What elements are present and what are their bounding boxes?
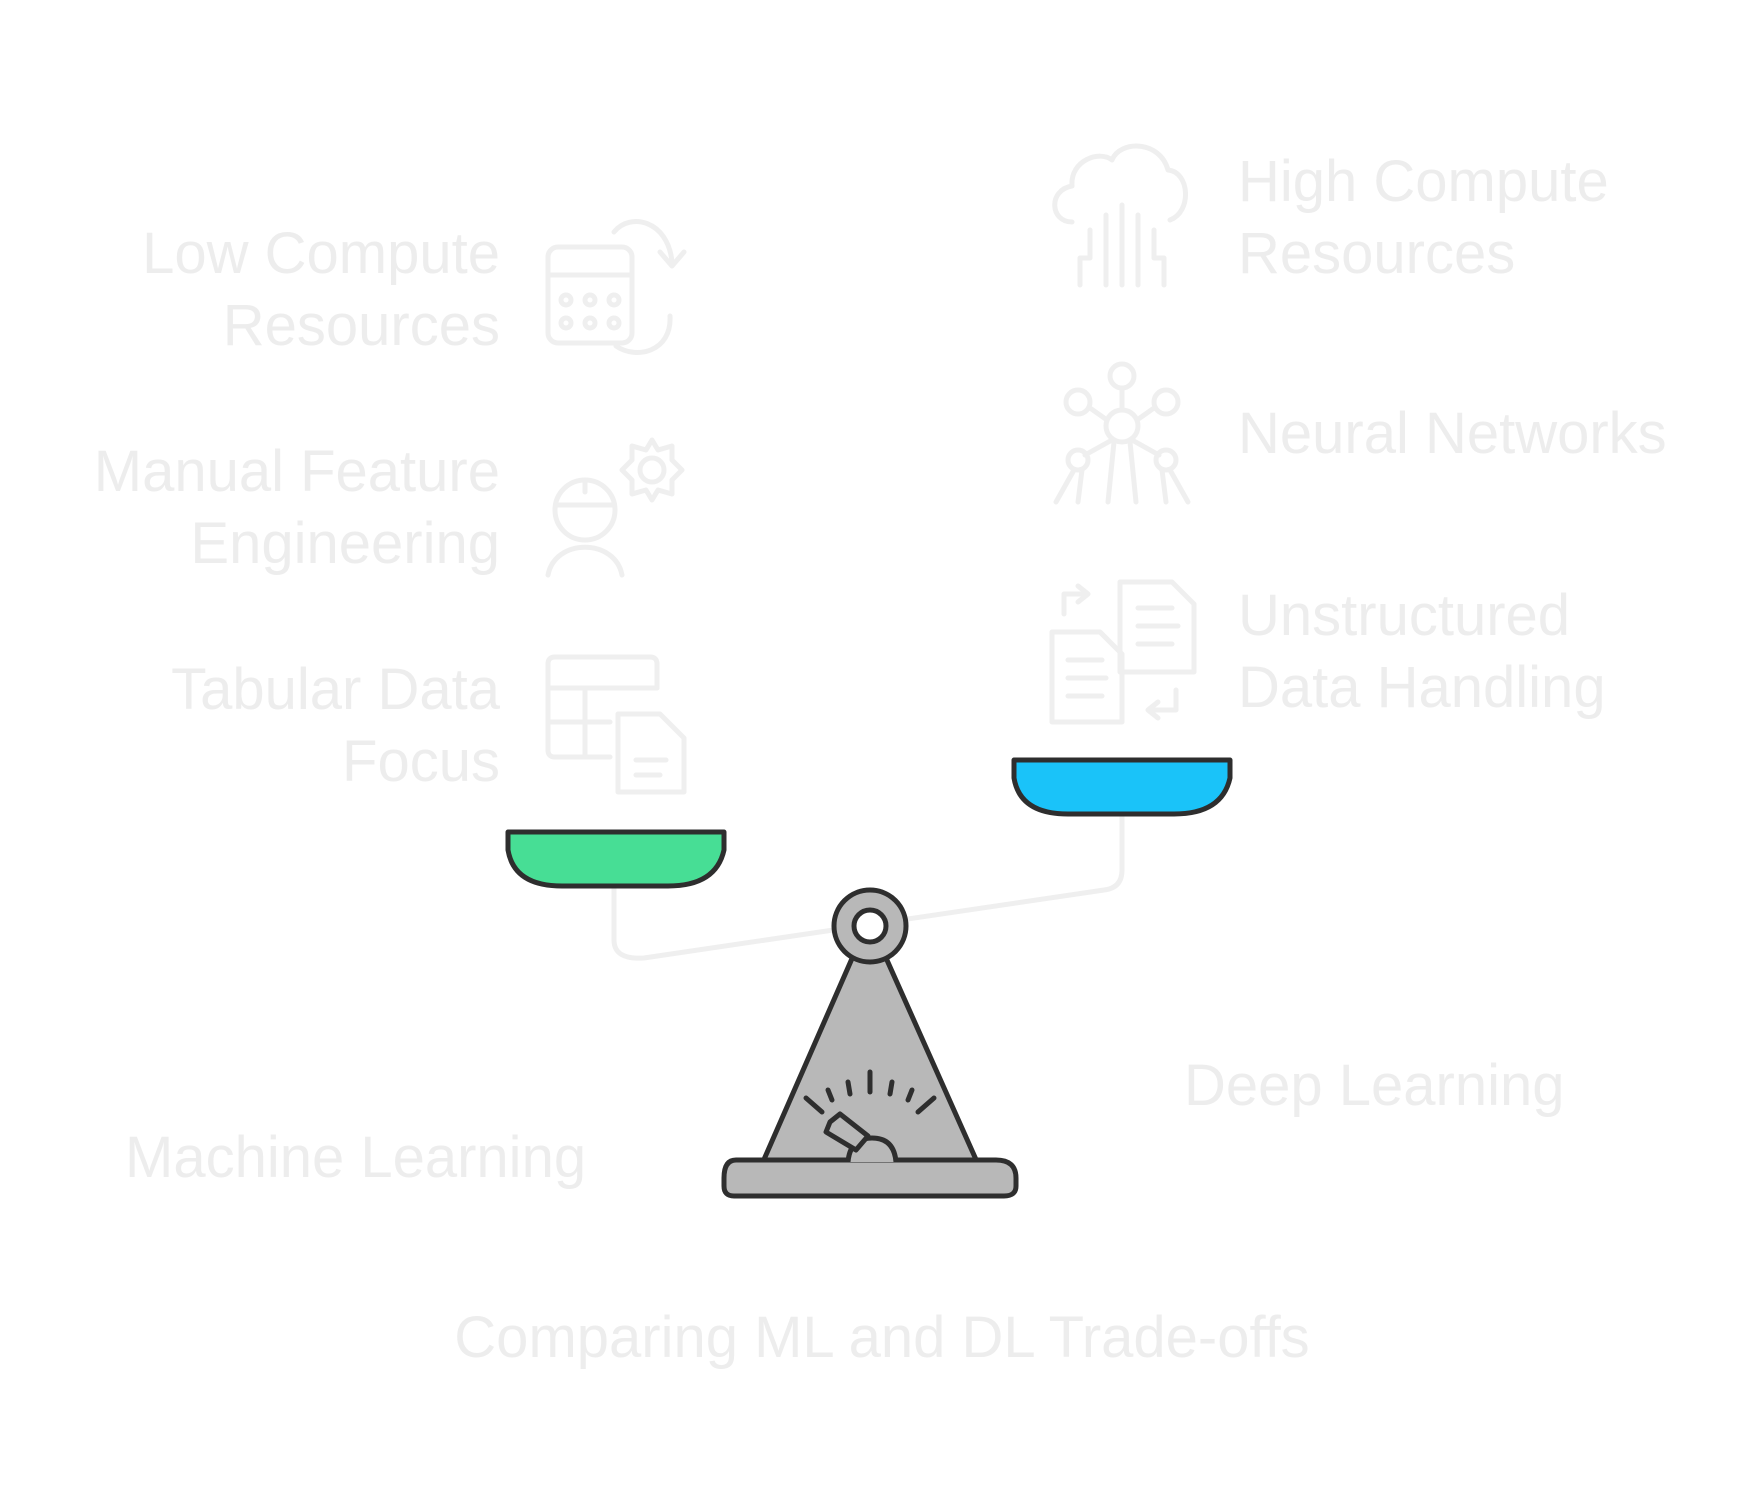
table-document-icon — [545, 654, 687, 795]
calculator-cycle-icon — [545, 219, 687, 355]
balance-scale-icon — [721, 887, 1019, 1199]
documents-exchange-icon — [1049, 579, 1197, 725]
left-scale-pan — [505, 829, 727, 889]
engineer-gear-icon — [545, 437, 685, 578]
cloud-circuit-icon — [1052, 143, 1188, 288]
neural-network-icon — [1053, 361, 1191, 505]
right-scale-pan — [1011, 757, 1233, 817]
diagram-graphics — [505, 143, 1233, 1199]
diagram-canvas: Low Compute Resources Manual Feature Eng… — [0, 0, 1764, 1512]
